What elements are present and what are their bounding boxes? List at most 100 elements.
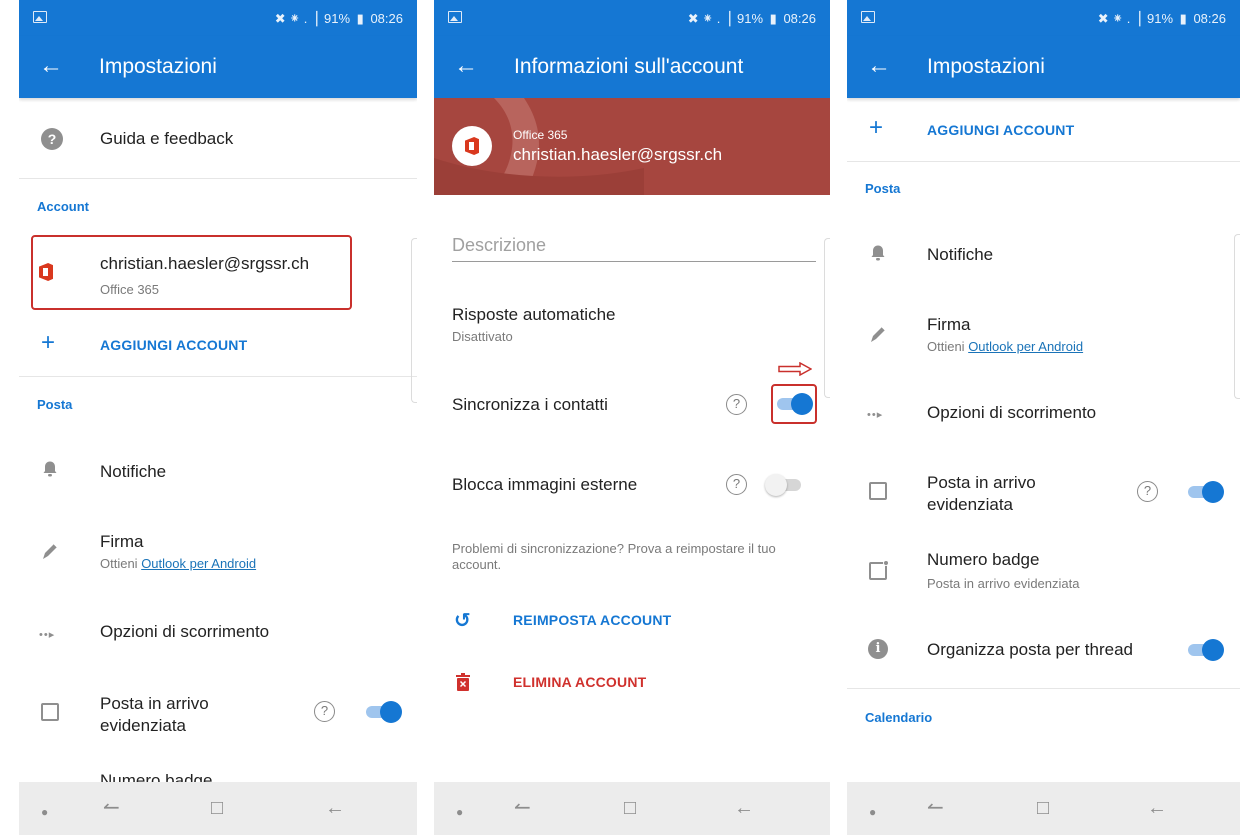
app-bar: ← Informazioni sull'account xyxy=(434,36,830,98)
battery-icon: ▮ xyxy=(356,11,364,26)
dot-icon[interactable]: ● xyxy=(456,800,463,824)
focused-inbox-toggle[interactable] xyxy=(364,701,402,723)
scroll-indicator xyxy=(1234,234,1240,399)
account-header: Office 365 christian.haesler@srgssr.ch xyxy=(434,98,830,195)
phone-screen-account-info: ✖ ⁕ .▕ 91% ▮ 08:26 ← Informazioni sull'a… xyxy=(434,0,830,835)
block-images-label: Blocca immagini esterne xyxy=(452,475,638,494)
notifications-label: Notifiche xyxy=(100,462,167,481)
page-title: Impostazioni xyxy=(927,55,1045,78)
dot-icon[interactable]: ● xyxy=(869,800,876,824)
system-nav-bar: ● ↼ □ ← xyxy=(847,782,1240,835)
signal-icons: ✖ ⁕ .▕ xyxy=(1097,11,1141,26)
recents-icon[interactable]: ↼ xyxy=(514,796,531,820)
question-circle-icon[interactable]: ? xyxy=(726,394,747,415)
battery-percent: 91% xyxy=(737,11,764,26)
battery-icon: ▮ xyxy=(769,11,777,26)
pen-icon xyxy=(40,542,60,567)
image-notification-icon xyxy=(33,11,47,23)
organize-thread-toggle[interactable] xyxy=(1186,639,1224,661)
question-circle-icon: ? xyxy=(41,128,63,150)
clock: 08:26 xyxy=(1193,11,1226,26)
account-email: christian.haesler@srgssr.ch xyxy=(100,254,310,273)
question-circle-icon[interactable]: ? xyxy=(314,701,335,722)
delete-account-label: ELIMINA ACCOUNT xyxy=(513,674,647,690)
scroll-indicator xyxy=(411,238,417,403)
home-icon[interactable]: □ xyxy=(624,796,636,820)
focused-inbox-toggle[interactable] xyxy=(1186,481,1224,503)
app-bar: ← Impostazioni xyxy=(847,36,1240,98)
focused-inbox-label: Posta in arrivo evidenziata xyxy=(927,473,1036,514)
focused-inbox-label: Posta in arrivo evidenziata xyxy=(100,694,209,735)
auto-reply-status: Disattivato xyxy=(452,329,513,344)
section-mail: Posta xyxy=(37,397,73,412)
back-arrow-icon[interactable]: ← xyxy=(867,52,891,80)
clock: 08:26 xyxy=(783,11,816,26)
divider xyxy=(19,178,417,179)
home-icon[interactable]: □ xyxy=(1037,796,1049,820)
outlook-android-link[interactable]: Outlook per Android xyxy=(968,339,1083,354)
block-images-toggle[interactable] xyxy=(765,474,803,496)
home-icon[interactable]: □ xyxy=(211,796,223,820)
sync-contacts-toggle[interactable] xyxy=(775,393,813,415)
scroll-indicator xyxy=(824,238,830,398)
image-notification-icon xyxy=(861,11,875,23)
swipe-arrow-icon: ••▸ xyxy=(39,629,56,641)
account-type: Office 365 xyxy=(100,282,160,297)
section-calendar: Calendario xyxy=(865,710,933,725)
reset-account-label: REIMPOSTA ACCOUNT xyxy=(513,612,672,628)
dot-icon[interactable]: ● xyxy=(41,800,48,824)
plus-icon: + xyxy=(41,329,56,356)
office-365-icon xyxy=(39,263,53,281)
notifications-label: Notifiche xyxy=(927,245,994,264)
account-type: Office 365 xyxy=(513,128,568,142)
status-bar: ✖ ⁕ .▕ 91% ▮ 08:26 xyxy=(434,0,830,36)
back-nav-icon[interactable]: ← xyxy=(734,796,754,820)
trash-icon xyxy=(456,673,470,696)
organize-thread-label: Organizza posta per thread xyxy=(927,640,1134,659)
outlook-android-link[interactable]: Outlook per Android xyxy=(141,556,256,571)
divider xyxy=(847,161,1240,162)
signature-title: Firma xyxy=(927,315,971,334)
bell-icon xyxy=(869,244,887,262)
recents-icon[interactable]: ↼ xyxy=(103,796,120,820)
back-arrow-icon[interactable]: ← xyxy=(39,52,63,80)
back-arrow-icon[interactable]: ← xyxy=(454,52,478,80)
bell-icon xyxy=(41,460,59,478)
input-underline xyxy=(452,261,816,262)
app-bar: ← Impostazioni xyxy=(19,36,417,98)
back-nav-icon[interactable]: ← xyxy=(325,796,345,820)
signature-subtitle: Ottieni Outlook per Android xyxy=(100,556,257,571)
image-notification-icon xyxy=(448,11,462,23)
signal-icons: ✖ ⁕ .▕ xyxy=(274,11,318,26)
section-mail: Posta xyxy=(865,181,901,196)
question-circle-icon[interactable]: ? xyxy=(1137,481,1158,502)
system-nav-bar: ● ↼ □ ← xyxy=(434,782,830,835)
auto-reply-title: Risposte automatiche xyxy=(452,305,616,324)
info-icon: i xyxy=(868,639,888,659)
add-account-label: AGGIUNGI ACCOUNT xyxy=(927,122,1075,138)
battery-percent: 91% xyxy=(324,11,351,26)
battery-icon: ▮ xyxy=(1179,11,1187,26)
question-circle-icon[interactable]: ? xyxy=(726,474,747,495)
page-title: Informazioni sull'account xyxy=(514,55,744,78)
page-title: Impostazioni xyxy=(99,55,217,78)
badge-number-label: Numero badge xyxy=(927,550,1040,569)
badge-icon xyxy=(869,560,889,580)
system-nav-bar: ● ↼ □ ← xyxy=(19,782,417,835)
sync-contacts-label: Sincronizza i contatti xyxy=(452,395,608,414)
back-nav-icon[interactable]: ← xyxy=(1147,796,1167,820)
recents-icon[interactable]: ↼ xyxy=(927,796,944,820)
refresh-icon: ↺ xyxy=(454,610,471,632)
clock: 08:26 xyxy=(370,11,403,26)
inbox-icon xyxy=(41,703,59,721)
plus-icon: + xyxy=(869,114,884,141)
divider xyxy=(847,688,1240,689)
status-bar: ✖ ⁕ .▕ 91% ▮ 08:26 xyxy=(847,0,1240,36)
signal-icons: ✖ ⁕ .▕ xyxy=(687,11,731,26)
sync-problem-text: Problemi di sincronizzazione? Prova a re… xyxy=(452,541,776,572)
signature-title: Firma xyxy=(100,532,144,551)
swipe-options-label: Opzioni di scorrimento xyxy=(100,622,270,641)
signature-subtitle: Ottieni Outlook per Android xyxy=(927,339,1084,354)
status-bar: ✖ ⁕ .▕ 91% ▮ 08:26 xyxy=(19,0,417,36)
phone-screen-settings-scrolled: ✖ ⁕ .▕ 91% ▮ 08:26 ← Impostazioni + AGGI… xyxy=(847,0,1240,835)
